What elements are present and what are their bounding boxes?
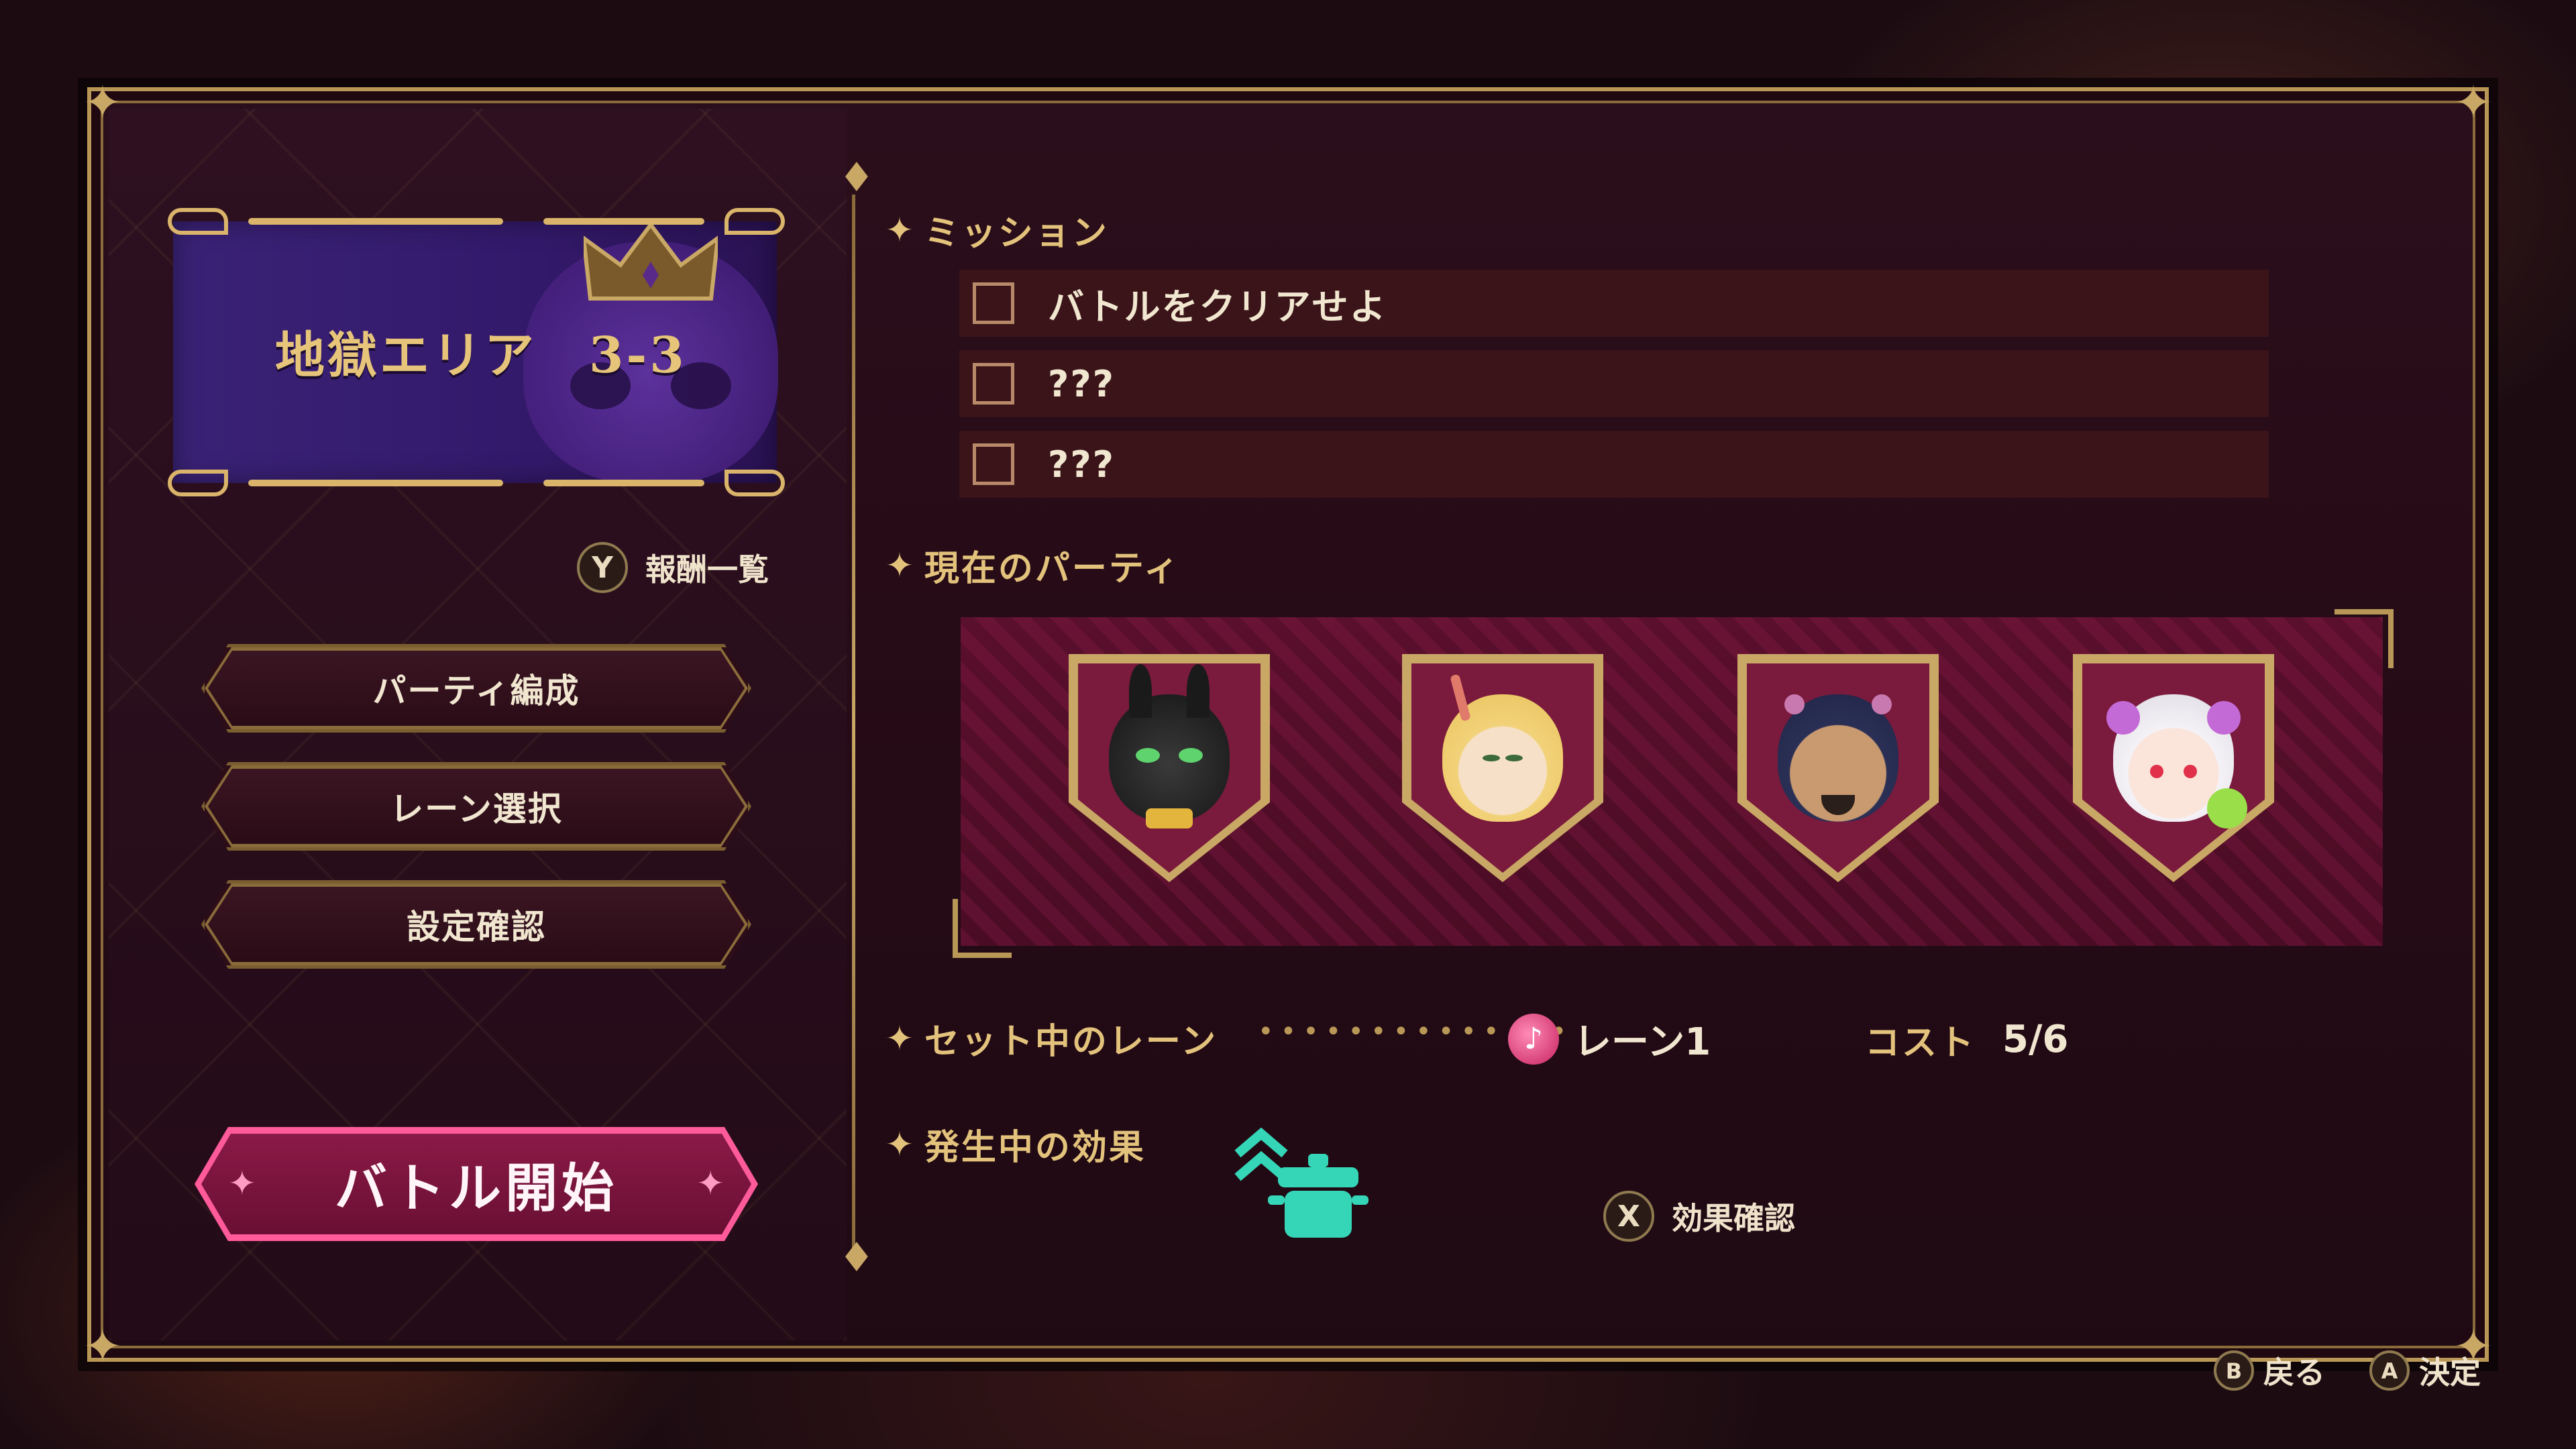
party-edit-label: パーティ編成	[208, 651, 745, 726]
x-button-icon: X	[1603, 1191, 1654, 1242]
sparkle-icon: ✦	[696, 1164, 724, 1203]
area-title: 地獄エリア 3-3	[275, 327, 687, 384]
area-plate-top-ornament	[168, 205, 785, 238]
section-star-icon: ✦	[885, 1124, 914, 1164]
frame-corner-ornament: ✦	[83, 1319, 123, 1374]
effects-confirm-label: 効果確認	[1672, 1200, 1795, 1236]
mission-checkbox	[973, 282, 1014, 324]
area-plate-bottom-ornament	[168, 466, 785, 500]
lane-select-label: レーン選択	[208, 769, 745, 844]
current-lane: ♪ レーン1	[1508, 1012, 1711, 1066]
divider-ornament-top: ♦	[839, 154, 875, 201]
effects-confirm-button[interactable]: X 効果確認	[1603, 1191, 1795, 1242]
mission-text: ???	[1048, 443, 1115, 486]
settings-confirm-button[interactable]: 設定確認	[201, 880, 751, 969]
party-member-2[interactable]	[1402, 654, 1603, 882]
party-edit-button[interactable]: パーティ編成	[201, 644, 751, 733]
panel-corner-bracket	[2334, 609, 2394, 668]
music-note-icon: ♪	[1508, 1013, 1559, 1065]
frame-corner-ornament: ✦	[2453, 75, 2493, 130]
mission-title: ミッション	[924, 213, 1109, 254]
effects-title: 発生中の効果	[924, 1128, 1146, 1168]
party-title: 現在のパーティ	[924, 549, 1181, 589]
mission-row: ???	[959, 350, 2269, 417]
panel-corner-bracket	[953, 899, 1012, 958]
bearded-demon-character-portrait	[1778, 694, 1898, 822]
pane-divider	[852, 195, 855, 1254]
settings-confirm-label: 設定確認	[208, 887, 745, 962]
black-cat-character-portrait	[1109, 664, 1230, 828]
b-button-icon: B	[2214, 1350, 2254, 1391]
section-star-icon: ✦	[885, 545, 914, 585]
section-star-icon: ✦	[885, 1018, 914, 1058]
party-member-4[interactable]	[2073, 654, 2274, 882]
mission-checkbox	[973, 363, 1014, 405]
mission-text: バトルをクリアせよ	[1048, 285, 1387, 328]
cost-label: コスト	[1865, 1023, 1976, 1063]
lane-section-header: ✦ セット中のレーン	[885, 1013, 1218, 1063]
mission-section-header: ✦ ミッション	[885, 205, 1109, 255]
party-section-header: ✦ 現在のパーティ	[885, 540, 1181, 590]
lane-title: セット中のレーン	[924, 1022, 1218, 1062]
rewards-list-button[interactable]: Y 報酬一覧	[577, 542, 769, 593]
party-member-1[interactable]	[1069, 654, 1270, 882]
battle-start-label: バトル開始	[201, 1134, 751, 1234]
mission-text: ???	[1048, 362, 1115, 405]
blonde-horned-character-portrait	[1442, 674, 1563, 822]
cost-value: 5/6	[2002, 1018, 2069, 1061]
mission-row: バトルをクリアせよ	[959, 270, 2269, 337]
a-button-icon: A	[2369, 1350, 2410, 1391]
cost-display: コスト 5/6	[1865, 1014, 2068, 1065]
white-haired-girl-character-portrait	[2106, 694, 2247, 828]
party-member-3[interactable]	[1737, 654, 1939, 882]
effects-section-header: ✦ 発生中の効果	[885, 1119, 1146, 1169]
battle-start-button[interactable]: バトル開始 ✦ ✦	[195, 1127, 758, 1241]
lane-value: レーン1	[1574, 1020, 1711, 1064]
divider-ornament-bottom: ♦	[839, 1234, 875, 1281]
sparkle-icon: ✦	[228, 1164, 256, 1203]
mission-row: ???	[959, 431, 2269, 498]
y-button-icon: Y	[577, 542, 628, 593]
mission-checkbox	[973, 443, 1014, 485]
frame-corner-ornament: ✦	[83, 75, 123, 130]
lane-select-button[interactable]: レーン選択	[201, 762, 751, 851]
confirm-button[interactable]: A 決定	[2369, 1348, 2481, 1393]
confirm-label: 決定	[2419, 1354, 2481, 1391]
cooking-pot-icon	[1268, 1154, 1368, 1238]
section-star-icon: ✦	[885, 210, 914, 250]
back-label: 戻る	[2263, 1354, 2325, 1391]
rewards-list-label: 報酬一覧	[645, 551, 769, 588]
back-button[interactable]: B 戻る	[2214, 1348, 2325, 1393]
